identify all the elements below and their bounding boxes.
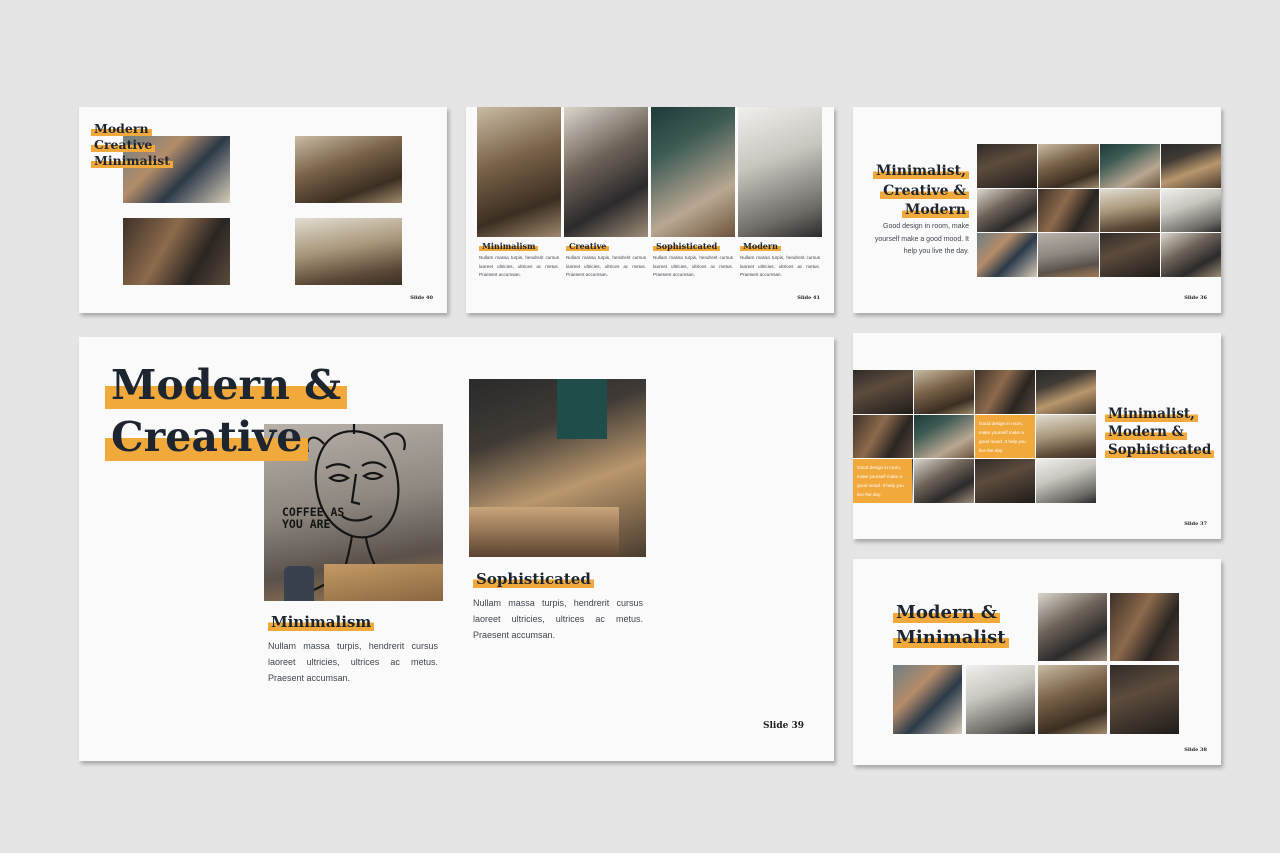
photo-collage bbox=[977, 144, 1221, 277]
card-text: Nullam massa turpis, hendrerit cursus la… bbox=[653, 255, 733, 277]
photo-coffee-bar bbox=[469, 379, 646, 557]
card-heading: Sophisticated bbox=[653, 241, 721, 251]
slide-title: Minimalist, Modern & Sophisticated bbox=[1105, 405, 1215, 459]
teal-wall bbox=[557, 379, 607, 439]
photo-cafe-interior bbox=[295, 136, 402, 203]
slide-title: Modern & Minimalist bbox=[893, 600, 1009, 650]
column-sophisticated: Sophisticated Nullam massa turpis, hendr… bbox=[473, 570, 643, 643]
card-sophisticated: Sophisticated Nullam massa turpis, hendr… bbox=[653, 241, 733, 280]
card-creative: Creative Nullam massa turpis, hendrerit … bbox=[566, 241, 646, 280]
photo-dining-room bbox=[295, 218, 402, 285]
slide-number: Slide 39 bbox=[762, 721, 804, 731]
chair bbox=[284, 566, 314, 601]
slide-number: Slide 38 bbox=[1184, 747, 1207, 753]
slide-37-thumbnail[interactable]: Good design in room, make yourself make … bbox=[853, 333, 1221, 539]
photo-couple bbox=[893, 665, 962, 734]
column-heading: Sophisticated bbox=[473, 570, 594, 588]
column-heading: Minimalism bbox=[268, 613, 375, 631]
slide-title: Modern & Creative bbox=[105, 359, 348, 463]
photo-chairs bbox=[966, 665, 1035, 734]
card-text: Nullam massa turpis, hendrerit cursus la… bbox=[740, 255, 820, 277]
slide-title: Modern Creative Minimalist bbox=[91, 121, 174, 169]
column-text: Nullam massa turpis, hendrerit cursus la… bbox=[268, 641, 438, 683]
card-text: Nullam massa turpis, hendrerit cursus la… bbox=[566, 255, 646, 277]
bar-counter bbox=[469, 507, 619, 557]
column-text: Nullam massa turpis, hendrerit cursus la… bbox=[473, 598, 643, 640]
text-box-center: Good design in room, make yourself make … bbox=[975, 415, 1035, 458]
slide-number: Slide 41 bbox=[797, 295, 820, 301]
photo-modern bbox=[738, 107, 822, 237]
photo-cafe bbox=[1038, 665, 1107, 734]
title-line-1: Modern & bbox=[105, 361, 348, 409]
slide-41-thumbnail[interactable]: Minimalism Nullam massa turpis, hendreri… bbox=[466, 107, 834, 313]
photo-man-laptop bbox=[1110, 593, 1179, 661]
slide-title: Minimalist, Creative & Modern bbox=[872, 162, 969, 221]
photo-dining bbox=[1038, 593, 1107, 661]
slide-39-main[interactable]: COFFEE AS YOU ARE Modern & Creative Mini… bbox=[79, 337, 834, 761]
card-heading: Creative bbox=[566, 241, 610, 251]
slide-40-thumbnail[interactable]: Modern Creative Minimalist Slide 40 bbox=[79, 107, 447, 313]
card-text: Nullam massa turpis, hendrerit cursus la… bbox=[479, 255, 559, 277]
column-minimalism: Minimalism Nullam massa turpis, hendreri… bbox=[268, 613, 438, 686]
card-heading: Minimalism bbox=[479, 241, 539, 251]
text-box-left: Good design in room, make yourself make … bbox=[853, 459, 912, 503]
photo-man-laptop bbox=[123, 218, 230, 285]
slide-text: Good design in room, make yourself make … bbox=[874, 223, 969, 255]
mural-caption: COFFEE AS YOU ARE bbox=[282, 505, 345, 531]
card-minimalism: Minimalism Nullam massa turpis, hendreri… bbox=[479, 241, 559, 280]
slide-36-thumbnail[interactable]: Minimalist, Creative & Modern Good desig… bbox=[853, 107, 1221, 313]
photo-minimalism bbox=[477, 107, 561, 237]
slide-number: Slide 40 bbox=[410, 295, 433, 301]
slide-number: Slide 36 bbox=[1184, 295, 1207, 301]
photo-interior bbox=[1110, 665, 1179, 734]
table-surface bbox=[324, 564, 443, 601]
slide-number: Slide 37 bbox=[1184, 521, 1207, 527]
slide-38-thumbnail[interactable]: Modern & Minimalist Slide 38 bbox=[853, 559, 1221, 765]
photo-sophisticated bbox=[651, 107, 735, 237]
photo-creative bbox=[564, 107, 648, 237]
card-modern: Modern Nullam massa turpis, hendrerit cu… bbox=[740, 241, 820, 280]
title-line-2: Creative bbox=[105, 413, 309, 461]
card-heading: Modern bbox=[740, 241, 781, 251]
